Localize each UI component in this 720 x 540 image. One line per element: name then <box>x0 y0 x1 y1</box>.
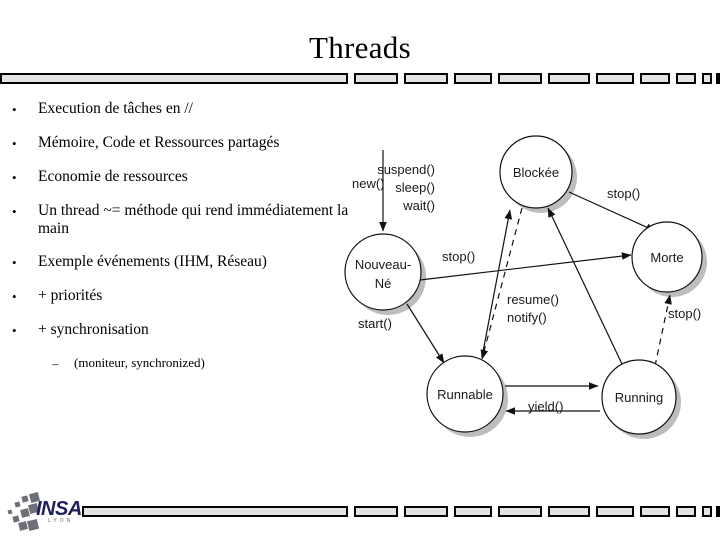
list-item-label: Un thread ~= méthode qui rend immédiatem… <box>38 202 349 237</box>
bullet-marker-icon: • <box>12 136 17 151</box>
divider-segment <box>676 73 696 84</box>
divider-segment <box>676 506 696 517</box>
divider-segment <box>596 73 634 84</box>
bullet-marker-icon: • <box>12 204 17 219</box>
divider-segment <box>498 73 542 84</box>
edge-start <box>406 303 445 364</box>
edge-label-suspend: suspend() <box>377 162 435 177</box>
divider-segment <box>596 506 634 517</box>
logo-wordmark: INSA <box>36 498 82 520</box>
list-item: – (moniteur, synchronized) <box>6 355 351 372</box>
divider-segment <box>548 506 590 517</box>
bullet-marker-icon: • <box>12 255 17 270</box>
logo-dot-icon <box>26 518 40 532</box>
node-label-runnable: Runnable <box>437 387 493 402</box>
bullet-marker-icon: – <box>52 356 59 371</box>
edge-running-blockee <box>547 207 623 365</box>
node-label-nouveau-ne-line2: Né <box>375 276 392 291</box>
edge-resume-notify <box>480 207 523 360</box>
edge-label-stop-running-morte: stop() <box>668 306 701 321</box>
divider-segment <box>454 506 492 517</box>
thread-state-diagram: Nouveau- Né Blockée Morte Runnable Runni… <box>330 128 720 458</box>
bullet-marker-icon: • <box>12 102 17 117</box>
divider-segment <box>82 506 348 517</box>
node-label-blockee: Blockée <box>513 165 559 180</box>
logo-dot-icon <box>7 509 13 515</box>
edge-label-new: new() <box>352 176 385 191</box>
divider-segment <box>716 73 720 84</box>
insa-logo: INSA LYON <box>6 490 102 536</box>
bottom-divider <box>0 506 720 520</box>
divider-segment <box>640 73 670 84</box>
list-item-label: (moniteur, synchronized) <box>74 355 205 370</box>
logo-dot-icon <box>21 495 29 503</box>
list-item-label: + synchronisation <box>38 321 149 338</box>
list-item: • Un thread ~= méthode qui rend immédiate… <box>6 202 351 238</box>
bullet-marker-icon: • <box>12 323 17 338</box>
divider-segment <box>454 73 492 84</box>
edge-label-notify: notify() <box>507 310 547 325</box>
list-item: • + synchronisation <box>6 321 351 340</box>
edge-label-wait: wait() <box>402 198 435 213</box>
logo-dot-icon <box>14 501 21 508</box>
divider-segment <box>404 506 448 517</box>
bullet-marker-icon: • <box>12 170 17 185</box>
list-item-label: + priorités <box>38 287 103 304</box>
node-label-running: Running <box>615 390 663 405</box>
divider-segment <box>0 73 348 84</box>
divider-segment <box>354 73 398 84</box>
node-nouveau-ne <box>344 233 422 311</box>
divider-segment <box>640 506 670 517</box>
page-title: Threads <box>309 30 411 65</box>
edge-suspend-sleep-wait <box>481 209 513 358</box>
divider-segment <box>548 73 590 84</box>
list-item: • Exemple événements (IHM, Réseau) <box>6 253 351 272</box>
edge-label-stop-nouveau-morte: stop() <box>442 249 475 264</box>
list-item: • Economie de ressources <box>6 168 351 187</box>
slide-canvas: Threads • Execution de tâches en // • Mémoi… <box>0 0 720 540</box>
top-divider <box>0 73 720 87</box>
list-item: • Execution de tâches en // <box>6 100 351 119</box>
edge-label-start: start() <box>358 316 392 331</box>
divider-segment <box>702 506 712 517</box>
bullet-marker-icon: • <box>12 289 17 304</box>
edge-label-sleep: sleep() <box>395 180 435 195</box>
divider-segment <box>498 506 542 517</box>
divider-segment <box>702 73 712 84</box>
node-label-morte: Morte <box>650 250 683 265</box>
node-label-nouveau-ne-line1: Nouveau- <box>355 257 411 272</box>
state-diagram-svg: Nouveau- Né Blockée Morte Runnable Runni… <box>344 135 707 439</box>
divider-segment <box>354 506 398 517</box>
list-item-label: Mémoire, Code et Ressources partagés <box>38 134 280 151</box>
list-item-label: Exemple événements (IHM, Réseau) <box>38 253 267 270</box>
edge-label-stop-blockee-morte: stop() <box>607 186 640 201</box>
bullet-list: • Execution de tâches en // • Mémoire, Code… <box>6 100 351 378</box>
list-item: • Mémoire, Code et Ressources partagés <box>6 134 351 153</box>
list-item-label: Economie de ressources <box>38 168 188 185</box>
list-item-label: Execution de tâches en // <box>38 100 193 117</box>
list-item: • + priorités <box>6 287 351 306</box>
edge-label-yield: yield() <box>528 399 563 414</box>
logo-subtitle: LYON <box>48 518 74 524</box>
logo-dot-icon <box>12 515 20 523</box>
divider-segment <box>404 73 448 84</box>
edge-label-resume: resume() <box>507 292 559 307</box>
divider-segment <box>716 506 720 517</box>
